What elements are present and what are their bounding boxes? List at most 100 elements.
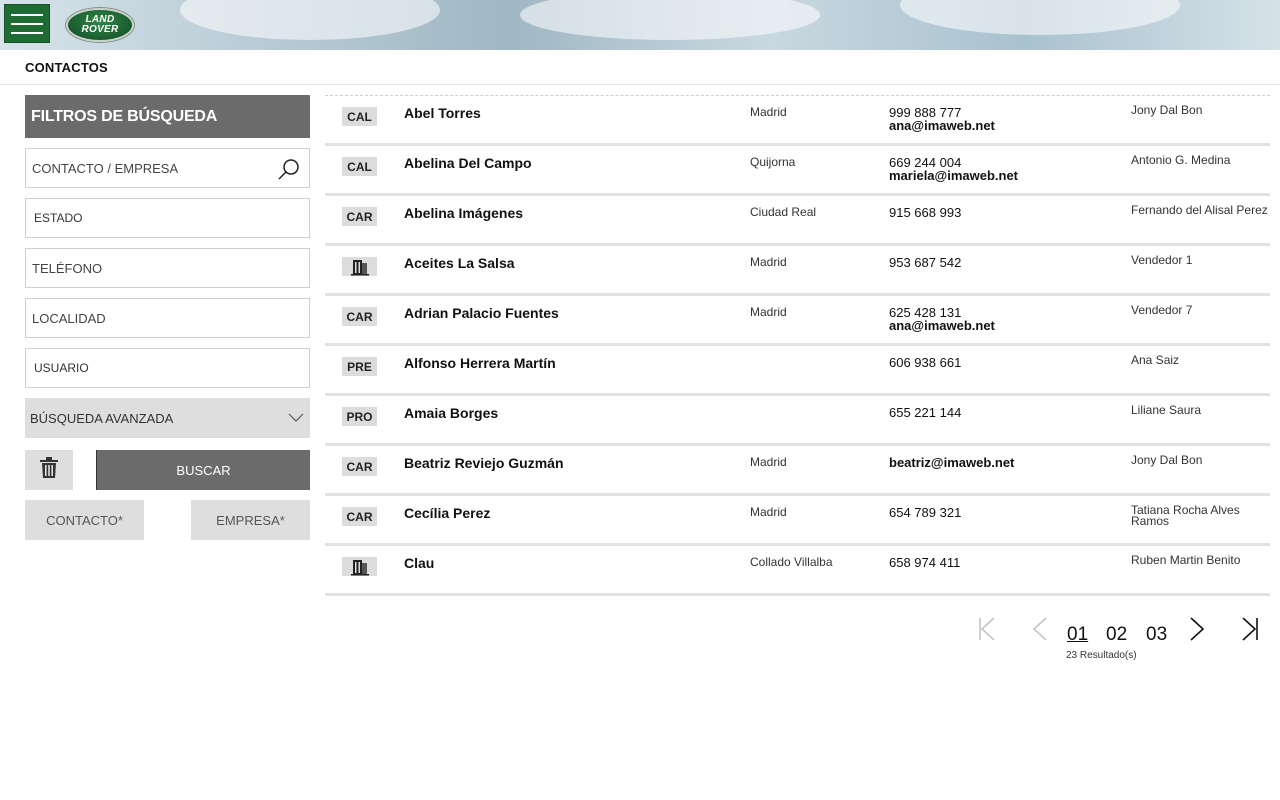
- contact-city: Quijorna: [750, 155, 796, 169]
- first-page-button[interactable]: [972, 614, 1002, 644]
- contact-row[interactable]: CAL Abel Torres Madrid 999 888 777 ana@imawe…: [325, 96, 1270, 146]
- pagination: 01 02 03 23 Resultado(s): [970, 612, 1270, 662]
- contact-email: mariela@imaweb.net: [889, 168, 1019, 183]
- results-count: 23 Resultado(s): [1066, 650, 1137, 661]
- contact-phone: 953 687 542: [889, 255, 962, 270]
- menu-line-icon: [11, 13, 43, 16]
- contact-city: Ciudad Real: [750, 205, 817, 219]
- contact-city: Madrid: [750, 505, 787, 519]
- contact-row[interactable]: CAR Adrian Palacio Fuentes Madrid 625 428 1…: [325, 296, 1270, 346]
- assigned-user: Antonio G. Medina: [1131, 153, 1231, 167]
- page-2-link[interactable]: 02: [1106, 624, 1127, 646]
- contact-city: Madrid: [750, 255, 787, 269]
- contact-name: Clau: [404, 555, 435, 571]
- contact-type-badge: CAR: [342, 307, 377, 326]
- contact-type-badge: CAR: [342, 507, 377, 526]
- contact-phone: 915 668 993: [889, 205, 962, 220]
- sky-decoration: [900, 0, 1180, 35]
- contact-city: Madrid: [750, 455, 787, 469]
- contact-phone: 606 938 661: [889, 355, 962, 370]
- contact-row[interactable]: CAR Abelina Imágenes Ciudad Real 915 668 99…: [325, 196, 1270, 246]
- contact-phone: 658 974 411: [889, 555, 961, 570]
- estado-field[interactable]: ESTADO: [25, 198, 310, 238]
- contact-email: ana@imaweb.net: [889, 318, 995, 333]
- page-title: CONTACTOS: [25, 60, 108, 75]
- contact-row[interactable]: Aceites La Salsa Madrid 953 687 542 Vendedo…: [325, 246, 1270, 296]
- estado-label: ESTADO: [34, 211, 83, 225]
- company-filter-button[interactable]: EMPRESA*: [191, 500, 310, 540]
- contact-city: Madrid: [750, 105, 787, 119]
- land-rover-logo[interactable]: LAND ROVER: [66, 8, 134, 42]
- localidad-placeholder: LOCALIDAD: [32, 310, 106, 326]
- contact-type-badge: CAR: [342, 207, 377, 226]
- contact-type-badge: CAL: [342, 107, 377, 126]
- search-icon[interactable]: [277, 157, 301, 184]
- assigned-user: Jony Dal Bon: [1131, 453, 1203, 467]
- building-icon: [342, 257, 377, 276]
- contact-row[interactable]: CAR Beatriz Reviejo Guzmán Madrid beatriz@i…: [325, 446, 1270, 496]
- menu-line-icon: [11, 31, 43, 34]
- app-header: LAND ROVER: [0, 0, 1280, 50]
- usuario-field[interactable]: USUARIO: [25, 348, 310, 388]
- contact-type-badge: CAL: [342, 157, 377, 176]
- contact-name: Cecília Perez: [404, 505, 491, 521]
- contact-city: Madrid: [750, 305, 787, 319]
- advanced-search-toggle[interactable]: BÚSQUEDA AVANZADA: [25, 398, 310, 438]
- contacts-list: CAL Abel Torres Madrid 999 888 777 ana@imawe…: [325, 95, 1270, 596]
- previous-page-button[interactable]: [1025, 614, 1055, 644]
- assigned-user: Liliane Saura: [1131, 403, 1202, 417]
- contact-company-placeholder: CONTACTO / EMPRESA: [32, 160, 179, 176]
- usuario-label: USUARIO: [34, 361, 89, 375]
- contact-row[interactable]: PRE Alfonso Herrera Martín 606 938 661 Ana …: [325, 346, 1270, 396]
- contact-row[interactable]: CAR Cecília Perez Madrid 654 789 321 Tatiana…: [325, 496, 1270, 546]
- search-filters-panel: FILTROS DE BÚSQUEDA CONTACTO / EMPRESA E…: [25, 95, 310, 540]
- sky-decoration: [520, 0, 820, 40]
- assigned-user: Fernando del Alisal Perez: [1131, 203, 1268, 217]
- chevron-down-icon: [288, 411, 304, 426]
- contact-name: Amaia Borges: [404, 405, 499, 421]
- contact-city: Collado Villalba: [750, 555, 833, 569]
- telefono-field[interactable]: TELÉFONO: [25, 248, 310, 288]
- assigned-user: Tatiana Rocha Alves Ramos: [1131, 503, 1240, 528]
- contact-filter-button[interactable]: CONTACTO*: [25, 500, 144, 540]
- assigned-user: Ana Saiz: [1131, 353, 1180, 367]
- contact-name: Beatriz Reviejo Guzmán: [404, 455, 564, 471]
- next-page-button[interactable]: [1182, 614, 1212, 644]
- title-bar: CONTACTOS: [0, 50, 1280, 85]
- contact-type-badge: CAR: [342, 457, 377, 476]
- contact-name: Alfonso Herrera Martín: [404, 355, 556, 371]
- assigned-user: Jony Dal Bon: [1131, 103, 1203, 117]
- filters-heading: FILTROS DE BÚSQUEDA: [25, 95, 310, 138]
- logo-text-bottom: ROVER: [81, 24, 119, 35]
- contact-phone: 654 789 321: [889, 505, 962, 520]
- contact-email: beatriz@imaweb.net: [889, 455, 1015, 470]
- contact-name: Adrian Palacio Fuentes: [404, 305, 559, 321]
- localidad-field[interactable]: LOCALIDAD: [25, 298, 310, 338]
- contact-name: Aceites La Salsa: [404, 255, 515, 271]
- contact-name: Abelina Imágenes: [404, 205, 524, 221]
- clear-filters-button[interactable]: [25, 450, 73, 490]
- advanced-search-label: BÚSQUEDA AVANZADA: [30, 410, 174, 426]
- contact-row[interactable]: CAL Abelina Del Campo Quijorna 669 244 004 m…: [325, 146, 1270, 196]
- contact-type-badge: PRO: [342, 407, 377, 426]
- assigned-user: Ruben Martin Benito: [1131, 553, 1241, 567]
- page-3-link[interactable]: 03: [1146, 624, 1167, 646]
- building-icon: [342, 557, 377, 576]
- menu-line-icon: [11, 22, 43, 25]
- page-1-link[interactable]: 01: [1067, 624, 1088, 646]
- search-button[interactable]: BUSCAR: [96, 450, 310, 490]
- last-page-button[interactable]: [1235, 614, 1265, 644]
- assigned-user: Vendedor 7: [1131, 303, 1193, 317]
- contact-company-search-input[interactable]: CONTACTO / EMPRESA: [25, 148, 310, 188]
- assigned-user: Vendedor 1: [1131, 253, 1193, 267]
- contact-row[interactable]: Clau Collado Villalba 658 974 411 Ruben Mar…: [325, 546, 1270, 596]
- contact-email: ana@imaweb.net: [889, 118, 995, 133]
- trash-icon: [39, 456, 59, 484]
- contact-row[interactable]: PRO Amaia Borges 655 221 144 Liliane Saura: [325, 396, 1270, 446]
- telefono-placeholder: TELÉFONO: [32, 260, 103, 276]
- sky-decoration: [180, 0, 440, 40]
- hamburger-menu-button[interactable]: [4, 4, 50, 43]
- contact-name: Abelina Del Campo: [404, 155, 532, 171]
- contact-type-badge: PRE: [342, 357, 377, 376]
- contact-phone: 655 221 144: [889, 405, 962, 420]
